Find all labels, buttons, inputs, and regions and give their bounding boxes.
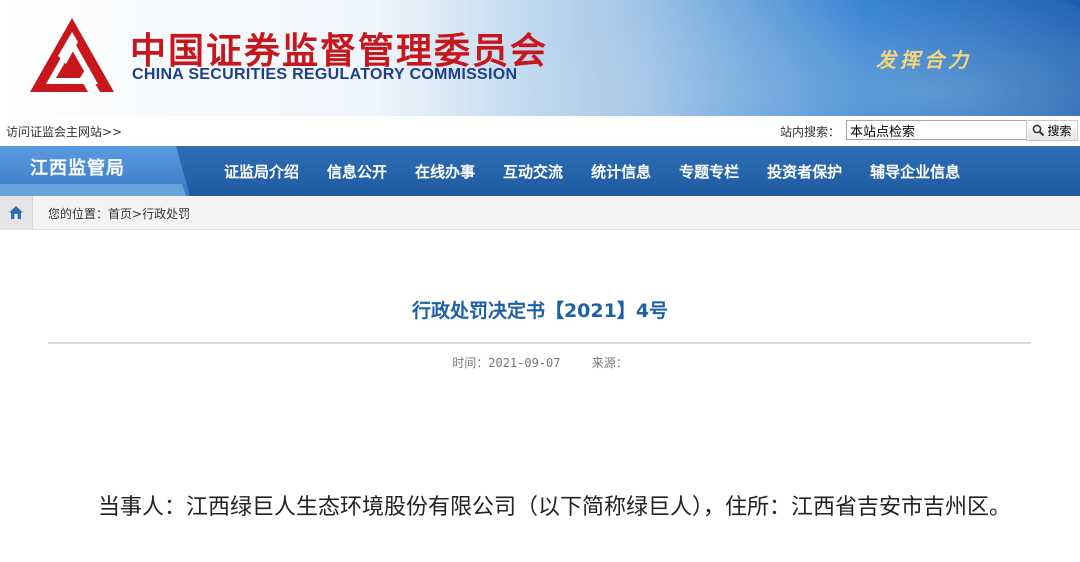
publish-time: 时间：2021-09-07 bbox=[452, 356, 560, 370]
magnifier-icon bbox=[1033, 124, 1045, 137]
nav-item-online-service[interactable]: 在线办事 bbox=[415, 161, 475, 182]
utility-bar: 访问证监会主网站>> 站内搜索： 搜索 bbox=[0, 116, 1080, 147]
nav-item-tutoring-info[interactable]: 辅导企业信息 bbox=[870, 161, 960, 182]
breadcrumb-separator: > bbox=[132, 207, 143, 221]
visit-main-site-link[interactable]: 访问证监会主网站>> bbox=[6, 123, 122, 140]
article-title: 行政处罚决定书【2021】4号 bbox=[411, 300, 669, 322]
article-meta: 时间：2021-09-07 来源： bbox=[0, 354, 1080, 371]
time-value: 2021-09-07 bbox=[488, 356, 561, 370]
source-label: 来源： bbox=[591, 356, 628, 370]
nav-brand-strip bbox=[0, 184, 186, 196]
site-title-en: CHINA SECURITIES REGULATORY COMMISSION bbox=[132, 66, 518, 83]
nav-items: 证监局介绍 信息公开 在线办事 互动交流 统计信息 专题专栏 投资者保护 辅导企… bbox=[210, 146, 974, 196]
source: 来源： bbox=[592, 356, 628, 370]
nav-item-investor-protection[interactable]: 投资者保护 bbox=[767, 161, 842, 182]
breadcrumb: 您的位置：首页>行政处罚 bbox=[48, 205, 190, 222]
nav-brand-label: 江西监管局 bbox=[30, 158, 125, 179]
nav-item-statistics[interactable]: 统计信息 bbox=[591, 161, 651, 182]
time-label: 时间： bbox=[452, 356, 489, 370]
nav-item-interaction[interactable]: 互动交流 bbox=[503, 161, 563, 182]
nav-item-intro[interactable]: 证监局介绍 bbox=[224, 161, 299, 182]
home-icon bbox=[9, 206, 23, 219]
breadcrumb-bar: 您的位置：首页>行政处罚 bbox=[0, 196, 1080, 230]
breadcrumb-current[interactable]: 行政处罚 bbox=[142, 207, 190, 221]
search-input[interactable] bbox=[846, 120, 1030, 140]
nav-brand[interactable]: 江西监管局 bbox=[0, 146, 190, 196]
header-banner: 中国证券监督管理委员会 CHINA SECURITIES REGULATORY … bbox=[0, 0, 1080, 116]
title-divider bbox=[48, 342, 1031, 344]
nav-item-topics[interactable]: 专题专栏 bbox=[679, 161, 739, 182]
breadcrumb-home-link[interactable]: 首页 bbox=[108, 207, 132, 221]
slogan: 发挥合力 bbox=[876, 48, 972, 72]
article-body: 当事人：江西绿巨人生态环境股份有限公司（以下简称绿巨人），住所：江西省吉安市吉州… bbox=[98, 495, 1012, 520]
nav-item-info-disclosure[interactable]: 信息公开 bbox=[327, 161, 387, 182]
breadcrumb-prefix: 您的位置： bbox=[48, 207, 109, 221]
main-nav: 江西监管局 证监局介绍 信息公开 在线办事 互动交流 统计信息 专题专栏 投资者… bbox=[0, 146, 1080, 196]
search-button[interactable]: 搜索 bbox=[1026, 120, 1078, 141]
search-label: 站内搜索： bbox=[780, 125, 841, 139]
search-button-label: 搜索 bbox=[1047, 124, 1072, 138]
csrc-logo-icon[interactable] bbox=[28, 16, 116, 96]
home-button[interactable] bbox=[0, 196, 33, 229]
